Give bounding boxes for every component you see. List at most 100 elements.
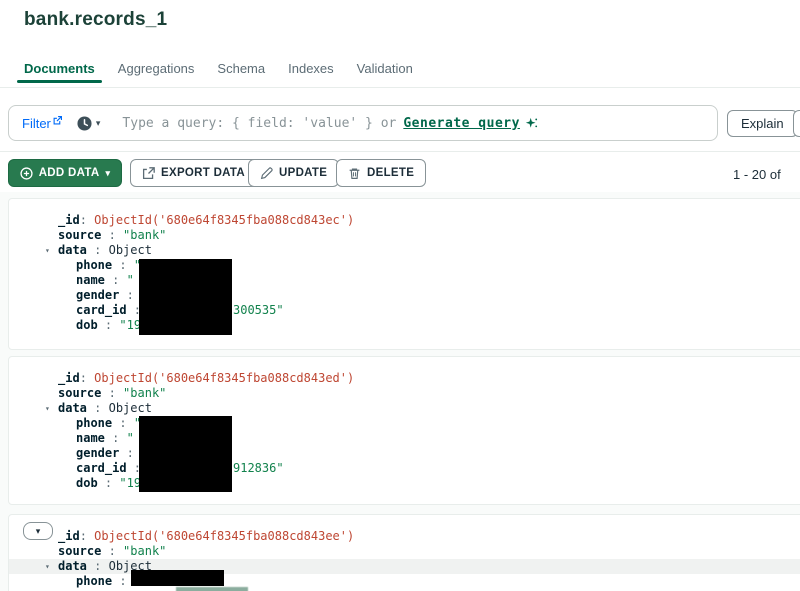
field-value: ObjectId('680e64f8345fba088cd843ed')	[94, 371, 355, 385]
field-separator: :	[101, 544, 124, 558]
sparkle-icon	[525, 117, 538, 130]
document-card: _id: ObjectId('680e64f8345fba088cd843ec'…	[8, 198, 800, 350]
document-field-row[interactable]: gender :	[9, 446, 800, 461]
tab-validation[interactable]: Validation	[357, 61, 413, 82]
field-value-fragment: "19	[119, 476, 142, 490]
document-card: _id: ObjectId('680e64f8345fba088cd843ed'…	[8, 356, 800, 505]
field-expand-caret-icon: ▾	[45, 246, 50, 255]
field-value: ObjectId('680e64f8345fba088cd843ec')	[94, 213, 355, 227]
field-key: data	[58, 559, 87, 573]
tab-aggregations[interactable]: Aggregations	[118, 61, 195, 82]
document-field-row[interactable]: dob : "19	[9, 476, 800, 491]
field-value: "bank"	[123, 386, 167, 400]
document-field-row[interactable]: ▾ data : Object	[9, 243, 800, 258]
field-key: card_id	[76, 461, 127, 475]
query-placeholder: Type a query: { field: 'value' } or	[122, 115, 397, 131]
field-expand-caret-icon: ▾	[45, 404, 50, 413]
document-field-row[interactable]: name : "	[9, 431, 800, 446]
field-separator: :	[101, 228, 124, 242]
caret-down-icon: ▾	[95, 117, 101, 128]
tab-indexes[interactable]: Indexes	[288, 61, 334, 82]
field-separator: :	[112, 258, 134, 272]
field-key: source	[58, 228, 102, 242]
update-label: UPDATE	[279, 167, 328, 179]
field-separator: :	[119, 288, 134, 302]
field-value-fragment: 300535"	[233, 303, 284, 317]
delete-button[interactable]: DELETE	[336, 159, 427, 187]
field-key: card_id	[76, 303, 127, 317]
tab-documents[interactable]: Documents	[17, 61, 102, 83]
document-field-row[interactable]: phone : "	[9, 258, 800, 273]
field-separator: :	[86, 559, 109, 573]
field-separator: :	[119, 446, 134, 460]
field-key: source	[58, 386, 102, 400]
field-separator: :	[79, 371, 95, 385]
document-field-row[interactable]: card_id : 912836"	[9, 461, 800, 476]
field-value-fragment: "	[126, 431, 134, 445]
field-value: ObjectId('680e64f8345fba088cd843ee')	[94, 529, 355, 543]
document-field-row[interactable]: source : "bank"	[9, 544, 800, 559]
field-key: phone	[76, 574, 113, 588]
query-history-button[interactable]: ▾	[77, 115, 101, 131]
field-separator: :	[97, 476, 120, 490]
field-key: _id	[58, 529, 80, 543]
clipped-row-fragment	[176, 587, 248, 591]
field-separator: :	[112, 574, 127, 588]
document-field-row[interactable]: source : "bank"	[9, 386, 800, 401]
documents-list: _id: ObjectId('680e64f8345fba088cd843ec'…	[0, 192, 800, 591]
document-field-row[interactable]: gender :	[9, 288, 800, 303]
export-data-label: EXPORT DATA	[161, 167, 246, 179]
document-field-row[interactable]: ▾ data : Object	[9, 559, 800, 574]
caret-down-icon: ▾	[105, 167, 111, 178]
document-field-row[interactable]: _id: ObjectId('680e64f8345fba088cd843ec'…	[9, 213, 800, 228]
add-data-label: ADD DATA	[38, 167, 100, 179]
document-card: ▾ _id: ObjectId('680e64f8345fba088cd843e…	[8, 514, 800, 591]
document-field-row[interactable]: phone : "	[9, 416, 800, 431]
query-bar[interactable]: Filter ▾ Type a query: { field: 'value' …	[8, 105, 718, 141]
document-field-row[interactable]: _id: ObjectId('680e64f8345fba088cd843ee'…	[9, 529, 800, 544]
field-key: data	[58, 243, 87, 257]
documents-toolbar: ADD DATA ▾ EXPORT DATA ▾ UPDATE DELETE 1…	[0, 159, 800, 189]
external-link-icon	[53, 115, 62, 125]
document-field-row[interactable]: name : "	[9, 273, 800, 288]
field-key: _id	[58, 213, 80, 227]
document-field-row[interactable]: source : "bank"	[9, 228, 800, 243]
field-separator: :	[104, 431, 127, 445]
document-field-row[interactable]: dob : "19	[9, 318, 800, 333]
field-value-fragment: "	[126, 273, 134, 287]
field-separator: :	[104, 273, 127, 287]
filter-link[interactable]: Filter	[22, 115, 62, 131]
field-key: gender	[76, 288, 120, 302]
section-divider	[0, 151, 800, 152]
trash-icon	[348, 167, 361, 180]
field-value: Object	[108, 401, 152, 415]
update-button[interactable]: UPDATE	[248, 159, 340, 187]
field-key: name	[76, 431, 105, 445]
generate-query-link[interactable]: Generate query	[403, 116, 520, 131]
pagination-text: 1 - 20 of	[733, 167, 781, 182]
document-field-row[interactable]: card_id : 300535"	[9, 303, 800, 318]
field-value: "bank"	[123, 544, 167, 558]
field-key: phone	[76, 416, 113, 430]
field-value: "bank"	[123, 228, 167, 242]
document-field-row[interactable]: phone :	[9, 574, 800, 589]
compass-documents-view: bank.records_1 Documents Aggregations Sc…	[0, 0, 800, 591]
pencil-icon	[260, 166, 273, 180]
explain-button[interactable]: Explain	[727, 110, 798, 137]
field-value-fragment: "19	[119, 318, 142, 332]
collection-header: bank.records_1 Documents Aggregations Sc…	[0, 0, 800, 88]
field-separator: :	[112, 416, 134, 430]
field-separator: :	[79, 529, 95, 543]
document-field-row[interactable]: _id: ObjectId('680e64f8345fba088cd843ed'…	[9, 371, 800, 386]
add-data-button[interactable]: ADD DATA ▾	[8, 159, 122, 187]
clock-icon	[77, 115, 92, 131]
explain-button-label: Explain	[741, 116, 784, 131]
redaction-box	[139, 259, 232, 335]
tab-schema[interactable]: Schema	[217, 61, 265, 82]
field-separator: :	[86, 401, 109, 415]
query-input[interactable]: Type a query: { field: 'value' } or Gene…	[122, 116, 538, 131]
field-separator: :	[79, 213, 95, 227]
document-field-row[interactable]: ▾ data : Object	[9, 401, 800, 416]
field-separator: :	[86, 243, 109, 257]
find-button-clipped[interactable]	[793, 110, 800, 137]
